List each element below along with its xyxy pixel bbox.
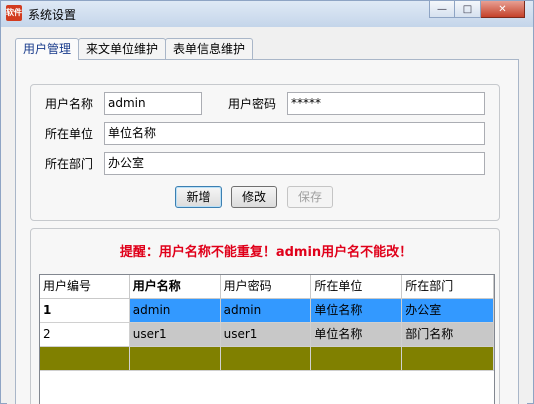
username-label: 用户名称 (45, 97, 94, 111)
user-management-panel: 用户名称 admin 用户密码 ***** 所在单位 单位名称 所在部门 办公室… (15, 59, 519, 404)
department-label: 所在部门 (45, 157, 94, 171)
window-title: 系统设置 (28, 8, 77, 22)
department-input[interactable]: 办公室 (104, 152, 485, 175)
client-area: 用户管理 来文单位维护 表单信息维护 用户名称 admin 用户密码 *****… (7, 27, 527, 404)
new-row-cell[interactable] (220, 347, 312, 371)
table-cell-id[interactable]: 1 (40, 299, 130, 323)
table-cell-username[interactable]: admin (129, 299, 221, 323)
table-row[interactable]: 1 admin admin 单位名称 办公室 (40, 299, 494, 323)
settings-window: 软件 系统设置 — □ ✕ 用户管理 来文单位维护 表单信息维护 用户名称 ad… (0, 0, 534, 404)
new-row-cell[interactable] (311, 347, 403, 371)
unit-label: 所在单位 (45, 127, 94, 141)
user-table[interactable]: 用户编号 用户名称 用户密码 所在单位 所在部门 1 admin admin 单… (39, 274, 495, 404)
close-button[interactable]: ✕ (481, 1, 525, 18)
new-row[interactable] (40, 347, 494, 371)
save-button[interactable]: 保存 (287, 186, 333, 208)
password-input[interactable]: ***** (287, 92, 485, 115)
warning-message: 提醒：用户名称不能重复！admin用户名不能改！ (119, 245, 413, 260)
table-cell-id[interactable]: 2 (40, 323, 130, 347)
table-cell-unit[interactable]: 单位名称 (311, 299, 403, 323)
tab-incoming-unit[interactable]: 来文单位维护 (78, 38, 167, 59)
app-icon: 软件 (6, 5, 22, 21)
new-row-cell[interactable] (129, 347, 221, 371)
table-cell-unit[interactable]: 单位名称 (311, 323, 403, 347)
title-bar[interactable]: 软件 系统设置 — □ ✕ (1, 1, 533, 27)
edit-button[interactable]: 修改 (231, 186, 277, 208)
table-cell-password[interactable]: admin (220, 299, 312, 323)
unit-input[interactable]: 单位名称 (104, 122, 485, 145)
tab-form-info[interactable]: 表单信息维护 (165, 38, 254, 59)
tab-user-management[interactable]: 用户管理 (15, 38, 80, 60)
column-header-unit[interactable]: 所在单位 (311, 275, 403, 299)
table-header-row: 用户编号 用户名称 用户密码 所在单位 所在部门 (40, 275, 494, 299)
column-header-password[interactable]: 用户密码 (220, 275, 312, 299)
table-row[interactable]: 2 user1 user1 单位名称 部门名称 (40, 323, 494, 347)
table-cell-username[interactable]: user1 (129, 323, 221, 347)
add-button[interactable]: 新增 (175, 186, 222, 208)
table-cell-password[interactable]: user1 (220, 323, 312, 347)
column-header-username[interactable]: 用户名称 (129, 275, 221, 299)
new-row-cell[interactable] (402, 347, 494, 371)
new-row-cell[interactable] (40, 347, 130, 371)
tab-strip: 用户管理 来文单位维护 表单信息维护 (15, 38, 254, 60)
username-input[interactable]: admin (104, 92, 202, 115)
minimize-button[interactable]: — (429, 1, 455, 18)
table-cell-department[interactable]: 部门名称 (402, 323, 494, 347)
password-label: 用户密码 (228, 97, 277, 111)
column-header-department[interactable]: 所在部门 (402, 275, 494, 299)
user-form-group: 用户名称 admin 用户密码 ***** 所在单位 单位名称 所在部门 办公室… (30, 84, 500, 221)
table-cell-department[interactable]: 办公室 (402, 299, 494, 323)
user-list-group: 提醒：用户名称不能重复！admin用户名不能改！ 用户编号 用户名称 用户密码 … (30, 228, 500, 404)
column-header-id[interactable]: 用户编号 (40, 275, 130, 299)
maximize-button[interactable]: □ (455, 1, 481, 18)
window-controls: — □ ✕ (429, 1, 525, 19)
